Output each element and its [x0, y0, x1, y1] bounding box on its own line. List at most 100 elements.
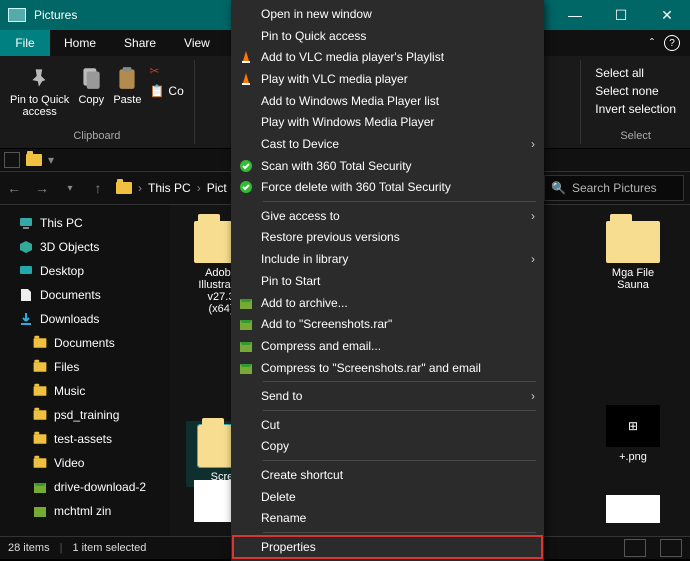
- tree-sub-documents[interactable]: Documents: [0, 331, 170, 355]
- qat-folder-icon[interactable]: [26, 154, 42, 166]
- pin-icon: [26, 64, 54, 92]
- chevron-right-icon: ›: [524, 137, 542, 151]
- select-none-button[interactable]: Select none: [595, 84, 676, 98]
- copy-icon: [77, 64, 105, 92]
- menu-cut[interactable]: Cut: [233, 414, 542, 436]
- menu-compress-email[interactable]: Compress and email...: [233, 335, 542, 357]
- menu-rename[interactable]: Rename: [233, 508, 542, 530]
- tree-3d-objects[interactable]: 3D Objects: [0, 235, 170, 259]
- minimize-button[interactable]: —: [552, 0, 598, 30]
- menu-properties[interactable]: Properties: [233, 536, 542, 558]
- navigation-tree: This PC 3D Objects Desktop Documents Dow…: [0, 205, 170, 536]
- tree-sub-test[interactable]: test-assets: [0, 427, 170, 451]
- menu-include-library[interactable]: Include in library›: [233, 248, 542, 270]
- qat-properties-icon[interactable]: [4, 152, 20, 168]
- winrar-icon: [233, 295, 259, 311]
- maximize-button[interactable]: ☐: [598, 0, 644, 30]
- menu-vlc-play[interactable]: Play with VLC media player: [233, 68, 542, 90]
- qat-dropdown-icon[interactable]: ▾: [48, 153, 54, 167]
- nav-recent-dropdown[interactable]: ▾: [56, 174, 84, 202]
- winrar-icon: [233, 316, 259, 332]
- clipboard-group-label: Clipboard: [73, 128, 120, 144]
- close-button[interactable]: ✕: [644, 0, 690, 30]
- image-thumbnail: [606, 495, 660, 523]
- nav-forward-button[interactable]: →: [28, 174, 56, 202]
- scissors-icon: ✂: [149, 64, 159, 78]
- menu-delete[interactable]: Delete: [233, 486, 542, 508]
- tab-file[interactable]: File: [0, 30, 50, 56]
- tab-view[interactable]: View: [170, 30, 224, 56]
- ribbon-help-icon[interactable]: ?: [664, 35, 680, 51]
- tree-sub-mchtml[interactable]: mchtml zin: [0, 499, 170, 523]
- cut-button[interactable]: ✂: [149, 64, 183, 78]
- windows-logo-icon: ⊞: [628, 419, 638, 433]
- tab-share[interactable]: Share: [110, 30, 170, 56]
- vlc-icon: [233, 71, 259, 87]
- menu-pin-start[interactable]: Pin to Start: [233, 270, 542, 292]
- chevron-right-icon: ›: [524, 252, 542, 266]
- menu-wmp-list[interactable]: Add to Windows Media Player list: [233, 90, 542, 112]
- copy-button[interactable]: Copy: [73, 60, 109, 122]
- menu-send-to[interactable]: Send to›: [233, 385, 542, 407]
- paste-button[interactable]: Paste: [109, 60, 145, 122]
- menu-compress-rar-email[interactable]: Compress to "Screenshots.rar" and email: [233, 357, 542, 379]
- chevron-right-icon: ›: [524, 389, 542, 403]
- menu-separator: [263, 381, 536, 382]
- chevron-right-icon[interactable]: ›: [197, 181, 201, 195]
- menu-create-shortcut[interactable]: Create shortcut: [233, 464, 542, 486]
- menu-add-archive[interactable]: Add to archive...: [233, 292, 542, 314]
- breadcrumb[interactable]: › This PC › Pict: [112, 181, 231, 195]
- tree-sub-music[interactable]: Music: [0, 379, 170, 403]
- status-selected-count: 1 item selected: [72, 542, 146, 554]
- invert-selection-button[interactable]: Invert selection: [595, 102, 676, 116]
- thumbnails-view-button[interactable]: [660, 539, 682, 557]
- breadcrumb-pictures[interactable]: Pict: [207, 181, 227, 195]
- menu-restore-versions[interactable]: Restore previous versions: [233, 227, 542, 249]
- nav-back-button[interactable]: ←: [0, 174, 28, 202]
- file-item[interactable]: [598, 495, 668, 523]
- tab-home[interactable]: Home: [50, 30, 110, 56]
- chevron-right-icon[interactable]: ›: [138, 181, 142, 195]
- search-icon: 🔍: [551, 181, 566, 195]
- breadcrumb-folder-icon: [116, 182, 132, 194]
- copy-path-button[interactable]: 📋Co: [149, 84, 183, 98]
- breadcrumb-thispc[interactable]: This PC: [148, 181, 191, 195]
- context-menu: Open in new window Pin to Quick access A…: [231, 0, 544, 561]
- nav-up-button[interactable]: ↑: [84, 174, 112, 202]
- menu-vlc-playlist[interactable]: Add to VLC media player's Playlist: [233, 46, 542, 68]
- menu-open-new-window[interactable]: Open in new window: [233, 3, 542, 25]
- pictures-folder-icon: [8, 8, 26, 22]
- menu-give-access[interactable]: Give access to›: [233, 205, 542, 227]
- select-all-button[interactable]: Select all: [595, 66, 676, 80]
- menu-pin-quick-access[interactable]: Pin to Quick access: [233, 25, 542, 47]
- winrar-icon: [233, 360, 259, 376]
- menu-copy[interactable]: Copy: [233, 436, 542, 458]
- image-thumbnail: ⊞: [606, 405, 660, 447]
- tree-sub-files[interactable]: Files: [0, 355, 170, 379]
- status-item-count: 28 items: [8, 542, 50, 554]
- menu-separator: [263, 460, 536, 461]
- menu-separator: [263, 201, 536, 202]
- menu-scan-360[interactable]: Scan with 360 Total Security: [233, 155, 542, 177]
- menu-add-to-rar[interactable]: Add to "Screenshots.rar": [233, 313, 542, 335]
- pin-to-quick-access-button[interactable]: Pin to Quick access: [6, 60, 73, 122]
- tree-thispc[interactable]: This PC: [0, 211, 170, 235]
- menu-force-delete-360[interactable]: Force delete with 360 Total Security: [233, 176, 542, 198]
- menu-wmp-play[interactable]: Play with Windows Media Player: [233, 111, 542, 133]
- tree-downloads[interactable]: Downloads: [0, 307, 170, 331]
- shield-360-icon: [233, 179, 259, 195]
- tree-documents[interactable]: Documents: [0, 283, 170, 307]
- folder-icon: [606, 221, 660, 263]
- ribbon-collapse-icon[interactable]: ˆ: [650, 36, 654, 50]
- folder-item[interactable]: Mga File Sauna: [598, 221, 668, 291]
- winrar-icon: [233, 338, 259, 354]
- details-view-button[interactable]: [624, 539, 646, 557]
- tree-sub-drive-download[interactable]: drive-download-2: [0, 475, 170, 499]
- tree-desktop[interactable]: Desktop: [0, 259, 170, 283]
- menu-cast-to-device[interactable]: Cast to Device›: [233, 133, 542, 155]
- chevron-right-icon: ›: [524, 209, 542, 223]
- file-item[interactable]: ⊞ +.png: [598, 405, 668, 463]
- tree-sub-video[interactable]: Video: [0, 451, 170, 475]
- search-box[interactable]: 🔍 Search Pictures: [544, 175, 684, 201]
- tree-sub-psd[interactable]: psd_training: [0, 403, 170, 427]
